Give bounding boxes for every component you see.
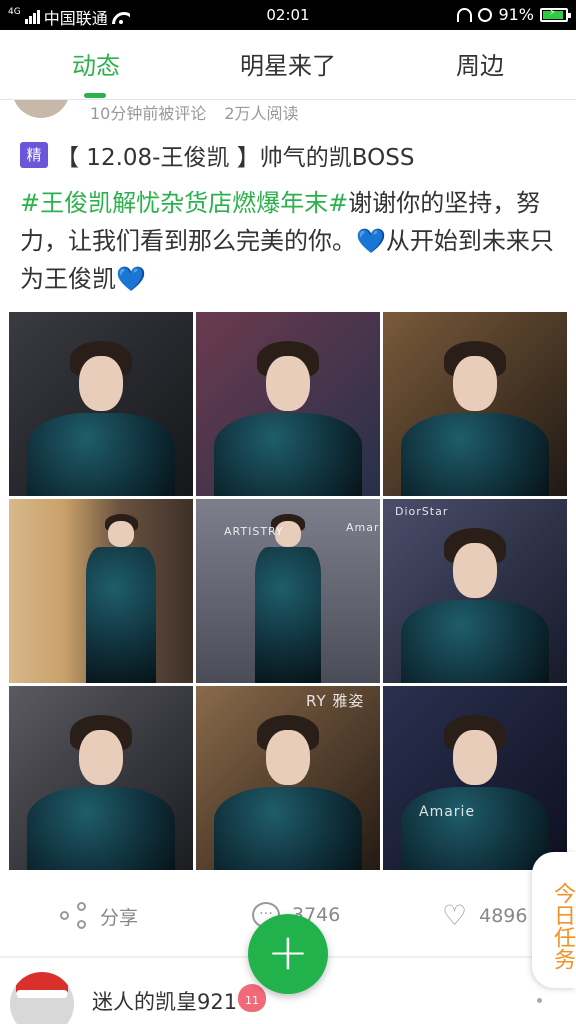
daily-task-button[interactable]: 今日任务 bbox=[532, 852, 576, 988]
santa-hat-icon bbox=[16, 972, 68, 998]
tab-nearby[interactable]: 周边 bbox=[384, 30, 576, 99]
photo-5[interactable]: ARTISTRY Amarie bbox=[196, 499, 380, 683]
next-author-avatar[interactable] bbox=[10, 972, 74, 1024]
top-tabs: 动态 明星来了 周边 bbox=[0, 30, 576, 100]
blue-heart-icon: 💙 bbox=[356, 227, 386, 255]
level-badge: 11 bbox=[238, 984, 266, 1012]
photo-watermark: Amarie bbox=[419, 804, 476, 820]
post-reads: 2万人阅读 bbox=[224, 104, 299, 123]
headset-icon bbox=[457, 7, 473, 22]
blue-heart-icon: 💙 bbox=[116, 265, 146, 293]
post-body[interactable]: #王俊凯解忧杂货店燃爆年末#谢谢你的坚持，努力，让我们看到那么完美的你。💙从开始… bbox=[20, 184, 560, 298]
next-author-name[interactable]: 迷人的凯皇921 bbox=[92, 986, 237, 1016]
photo-watermark: ARTISTRY bbox=[224, 525, 284, 538]
photo-grid: ARTISTRY Amarie DiorStar RY 雅姿 Amarie bbox=[9, 312, 567, 870]
battery-icon bbox=[540, 7, 571, 22]
post-title-row[interactable]: 精 【 12.08-王俊凯 】帅气的凯BOSS bbox=[20, 138, 414, 172]
photo-4[interactable] bbox=[9, 499, 193, 683]
post-time: 10分钟前被评论 bbox=[90, 104, 207, 123]
photo-7[interactable] bbox=[9, 686, 193, 870]
tab-star-arrival[interactable]: 明星来了 bbox=[192, 30, 384, 99]
create-post-button[interactable]: + bbox=[248, 914, 328, 994]
photo-2[interactable] bbox=[196, 312, 380, 496]
photo-watermark: Amarie bbox=[346, 521, 380, 534]
share-button[interactable]: 分享 bbox=[60, 902, 138, 930]
like-count: 4896 bbox=[479, 905, 528, 927]
like-button[interactable]: ♡ 4896 bbox=[442, 902, 527, 930]
photo-3[interactable] bbox=[383, 312, 567, 496]
plus-icon: + bbox=[267, 923, 309, 981]
more-icon[interactable] bbox=[537, 998, 542, 1003]
photo-1[interactable] bbox=[9, 312, 193, 496]
post-meta: 10分钟前被评论 2万人阅读 bbox=[90, 100, 299, 124]
battery-percent: 91% bbox=[498, 5, 534, 24]
post-title: 【 12.08-王俊凯 】帅气的凯BOSS bbox=[56, 145, 415, 171]
status-bar: 4G 中国联通 02:01 91% bbox=[0, 0, 576, 30]
photo-watermark: RY 雅姿 bbox=[306, 692, 365, 710]
tab-feed[interactable]: 动态 bbox=[0, 30, 192, 99]
photo-8[interactable]: RY 雅姿 bbox=[196, 686, 380, 870]
share-label: 分享 bbox=[100, 906, 139, 929]
photo-9[interactable]: Amarie bbox=[383, 686, 567, 870]
photo-6[interactable]: DiorStar bbox=[383, 499, 567, 683]
heart-icon: ♡ bbox=[442, 899, 468, 932]
photo-watermark: DiorStar bbox=[395, 505, 449, 518]
featured-badge: 精 bbox=[20, 142, 48, 168]
share-icon bbox=[60, 902, 88, 930]
alarm-icon bbox=[478, 7, 493, 22]
hashtag-link[interactable]: #王俊凯解忧杂货店燃爆年末# bbox=[20, 189, 348, 217]
